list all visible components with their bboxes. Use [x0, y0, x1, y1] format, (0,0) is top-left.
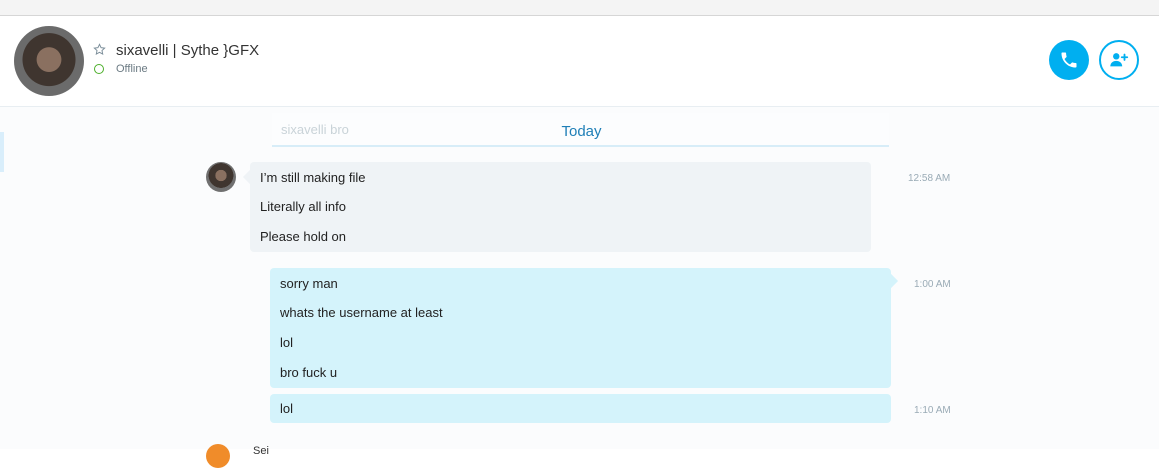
- message-timestamp: 1:00 AM: [914, 279, 951, 290]
- chat-header: sixavelli | Sythe }GFX Offline: [0, 16, 1159, 107]
- message-text: lol: [280, 335, 294, 350]
- phone-icon: [1061, 52, 1077, 68]
- message-text: Please hold on: [260, 229, 347, 244]
- message-timestamp: 1:10 AM: [914, 405, 951, 416]
- message-text: lol: [280, 401, 294, 416]
- date-divider-label: Today: [561, 123, 602, 140]
- message-text: bro fuck u: [280, 365, 338, 380]
- contact-name[interactable]: sixavelli | Sythe }GFX: [116, 42, 259, 59]
- message-timestamp: 12:58 AM: [908, 173, 951, 184]
- contact-avatar[interactable]: [14, 26, 84, 96]
- call-button[interactable]: [1049, 40, 1089, 80]
- message-text: whats the username at least: [280, 305, 443, 320]
- message-text: sorry man: [280, 276, 338, 291]
- star-outline-icon[interactable]: [93, 43, 106, 56]
- add-participant-button[interactable]: [1099, 40, 1139, 80]
- outgoing-message-group[interactable]: sorry man whats the username at least lo…: [270, 268, 891, 388]
- next-sender-avatar[interactable]: [206, 444, 230, 468]
- window-top-strip: [0, 0, 1159, 16]
- add-person-icon: [1110, 53, 1129, 67]
- incoming-message-group[interactable]: I’m still making file Literally all info…: [250, 162, 871, 252]
- outgoing-message[interactable]: lol: [270, 394, 891, 423]
- sender-avatar[interactable]: [206, 162, 236, 192]
- contact-status: Offline: [116, 63, 148, 75]
- message-text: Literally all info: [260, 199, 346, 214]
- next-sender-name: Sei: [253, 445, 269, 457]
- message-text: I’m still making file: [260, 170, 366, 185]
- status-offline-icon: [94, 64, 104, 74]
